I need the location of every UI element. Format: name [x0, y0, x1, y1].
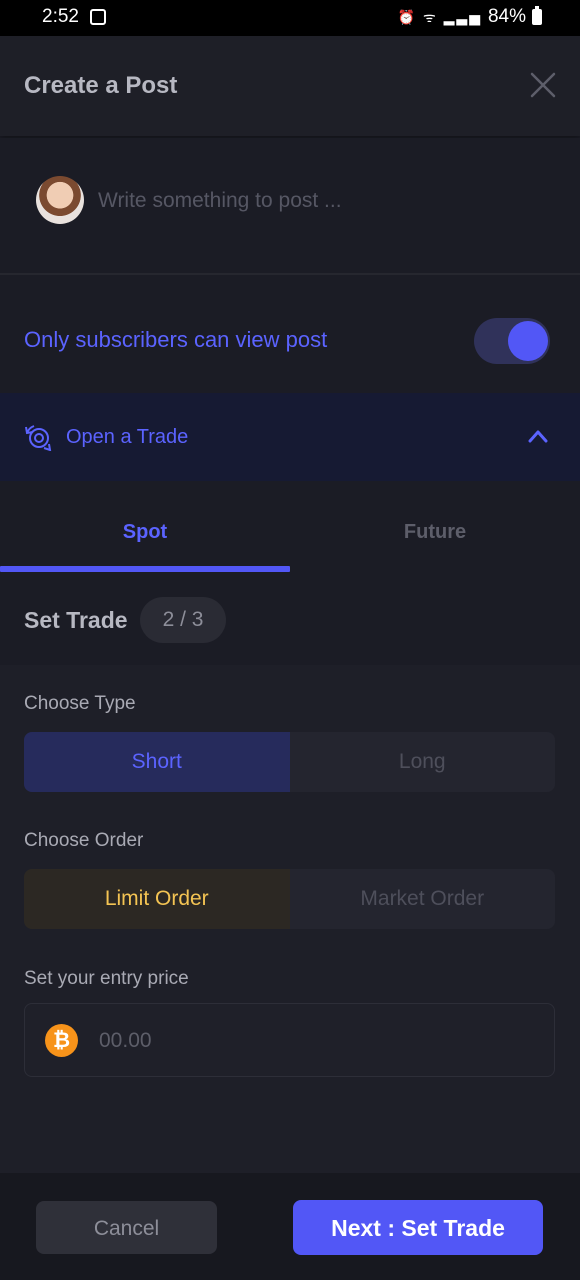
- photo-notification-icon: [90, 9, 106, 25]
- close-icon[interactable]: [530, 72, 556, 98]
- tab-future[interactable]: Future: [290, 521, 580, 544]
- entry-price-field[interactable]: ₿: [24, 1003, 555, 1077]
- visibility-label: Only subscribers can view post: [24, 327, 328, 352]
- open-trade-header[interactable]: Open a Trade: [0, 393, 580, 481]
- limit-order-option[interactable]: Limit Order: [24, 869, 290, 929]
- tab-spot[interactable]: Spot: [0, 521, 290, 544]
- active-tab-indicator: [0, 566, 290, 572]
- trade-form: Choose Type Short Long Choose Order Limi…: [0, 665, 580, 1173]
- choose-order-label: Choose Order: [24, 830, 144, 851]
- next-set-trade-button[interactable]: Next : Set Trade: [293, 1200, 543, 1255]
- type-selector: Short Long: [24, 732, 555, 792]
- avatar: [36, 176, 84, 224]
- footer-actions: Cancel Next : Set Trade: [0, 1173, 580, 1280]
- long-option[interactable]: Long: [290, 732, 556, 792]
- visibility-row: Only subscribers can view post: [0, 275, 580, 393]
- entry-price-label: Set your entry price: [24, 968, 189, 989]
- status-right: ⏰ ᯤ ▂▃▅ 84%: [398, 6, 542, 28]
- trade-target-icon: [25, 425, 52, 451]
- bitcoin-icon: ₿: [45, 1024, 78, 1057]
- post-composer: [0, 138, 580, 273]
- page-title: Create a Post: [24, 72, 178, 99]
- choose-type-label: Choose Type: [24, 693, 136, 714]
- step-row: Set Trade 2 / 3: [0, 573, 580, 665]
- toggle-knob: [508, 321, 548, 361]
- step-title: Set Trade: [24, 607, 128, 633]
- step-progress-badge: 2 / 3: [140, 597, 226, 643]
- header: Create a Post: [0, 36, 580, 136]
- cancel-button[interactable]: Cancel: [36, 1201, 217, 1254]
- open-trade-label: Open a Trade: [66, 426, 189, 448]
- market-tabs: Spot Future: [0, 481, 580, 573]
- entry-price-input[interactable]: [97, 1024, 521, 1058]
- status-bar: 2:52 ⏰ ᯤ ▂▃▅ 84%: [0, 0, 580, 36]
- battery-icon: [532, 6, 542, 25]
- chevron-up-icon[interactable]: [528, 429, 548, 443]
- order-selector: Limit Order Market Order: [24, 869, 555, 929]
- market-order-option[interactable]: Market Order: [290, 869, 556, 929]
- status-time: 2:52: [42, 6, 79, 27]
- signal-icons: ⏰ ᯤ ▂▃▅: [397, 8, 482, 25]
- post-text-input[interactable]: [96, 184, 550, 218]
- battery-percent: 84%: [487, 6, 526, 27]
- short-option[interactable]: Short: [24, 732, 290, 792]
- subscribers-only-toggle[interactable]: [474, 318, 550, 364]
